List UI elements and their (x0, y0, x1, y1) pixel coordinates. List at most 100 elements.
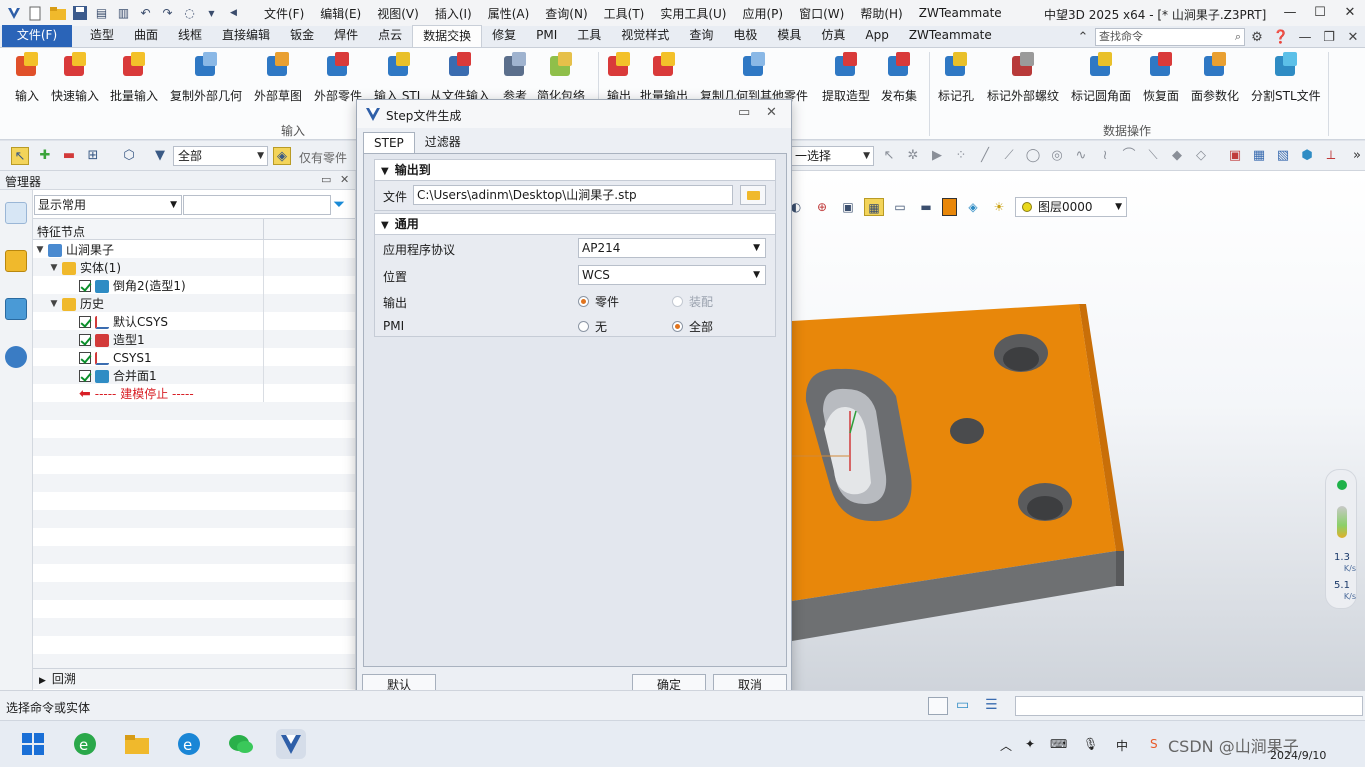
filter-combo[interactable]: 全部 ▼ (173, 146, 268, 166)
protocol-select[interactable]: AP214 ▼ (578, 238, 766, 258)
undo-icon[interactable]: ↶ (136, 4, 155, 22)
browse-folder-button[interactable] (740, 185, 766, 205)
redo-icon[interactable]: ↷ (158, 4, 177, 22)
shell-icon[interactable]: ◇ (1192, 147, 1210, 165)
command-input[interactable] (1015, 696, 1363, 716)
view-manager-icon[interactable] (5, 298, 27, 320)
command-search-input[interactable]: 查找命令 ⌕ (1095, 28, 1245, 46)
only-parts-icon[interactable]: ◈ (273, 147, 291, 165)
tab-visual-style[interactable]: 视觉样式 (611, 25, 679, 47)
tab-filter[interactable]: 过滤器 (415, 132, 471, 154)
tab-sheet-metal[interactable]: 钣金 (280, 25, 324, 47)
assembly-manager-icon[interactable] (5, 250, 27, 272)
menu-view[interactable]: 视图(V) (369, 5, 427, 22)
tab-file[interactable]: 文件(F) (2, 25, 72, 47)
collapse-icon[interactable]: ▼ (49, 295, 59, 313)
properties-icon[interactable] (928, 697, 948, 715)
tab-electrode[interactable]: 电极 (723, 25, 767, 47)
import-from-file-button[interactable]: 从文件输入 (430, 50, 490, 104)
tab-app[interactable]: App (855, 25, 898, 47)
edge-icon[interactable]: ⟍ (1144, 147, 1162, 165)
circle-icon[interactable]: ◯ (1024, 147, 1042, 165)
new-file-icon[interactable] (26, 4, 45, 22)
collapse-ribbon-icon[interactable]: ⌃ (1071, 30, 1095, 45)
gear-filter-icon[interactable]: ✲ (904, 147, 922, 165)
line-icon[interactable]: ╱ (976, 147, 994, 165)
file-path-input[interactable]: C:\Users\adinm\Desktop\山涧果子.stp (413, 185, 733, 205)
cursor-icon[interactable]: ↖ (880, 147, 898, 165)
tab-mold[interactable]: 模具 (767, 25, 811, 47)
tab-surface[interactable]: 曲面 (124, 25, 168, 47)
help-icon[interactable]: ❓ (1269, 30, 1293, 45)
menu-help[interactable]: 帮助(H) (852, 5, 910, 22)
file-explorer-icon[interactable] (122, 729, 152, 759)
close-icon[interactable]: ✕ (340, 173, 349, 186)
doc-restore-button[interactable]: ❐ (1317, 30, 1341, 45)
visibility-checkbox[interactable] (79, 334, 91, 346)
face-icon[interactable]: ◆ (1168, 147, 1186, 165)
user-icon[interactable] (5, 346, 27, 368)
select-mode-combo[interactable]: 一选择 ▼ (790, 146, 874, 166)
rebuild-icon[interactable]: ◌ (180, 4, 199, 22)
mark-hole-button[interactable]: 标记孔 (938, 50, 974, 104)
export-button[interactable]: 输出 (604, 50, 634, 104)
app-logo-icon[interactable] (4, 4, 23, 22)
tab-simulation[interactable]: 仿真 (811, 25, 855, 47)
tab-direct-edit[interactable]: 直接编辑 (212, 25, 280, 47)
copy-external-geometry-button[interactable]: 复制外部几何 (170, 50, 242, 104)
tab-modeling[interactable]: 造型 (80, 25, 124, 47)
tab-step[interactable]: STEP (363, 132, 415, 154)
menu-apps[interactable]: 应用(P) (735, 5, 792, 22)
section-general[interactable]: ▼ 通用 (374, 213, 776, 235)
dialog-title-bar[interactable]: Step文件生成 ▭ ✕ (357, 100, 791, 128)
print-preview-icon[interactable]: ▥ (114, 4, 133, 22)
import-stl-button[interactable]: 输入 STL (374, 50, 423, 104)
tree-node-modeling-stop[interactable]: ⬅ ----- 建模停止 ----- (79, 385, 194, 403)
publish-set-button[interactable]: 发布集 (881, 50, 917, 104)
play-icon[interactable]: ▶ (928, 147, 946, 165)
output-part-radio[interactable]: 零件 (578, 293, 619, 310)
tree-node-default-csys[interactable]: 默认CSYS (79, 313, 168, 331)
tree-node-model1[interactable]: 造型1 (79, 331, 145, 349)
microphone-icon[interactable]: 🎙 (1083, 737, 1098, 751)
add-icon[interactable]: ✚ (36, 147, 54, 165)
tab-weldment[interactable]: 焊件 (324, 25, 368, 47)
copy-geometry-to-part-button[interactable]: 复制几何到其他零件 (700, 50, 808, 104)
menu-window[interactable]: 窗口(W) (791, 5, 852, 22)
tree-node-root[interactable]: ▼ 山涧果子 (35, 241, 114, 259)
curve-icon[interactable]: ∿ (1072, 147, 1090, 165)
wave-icon[interactable]: ≀ (1096, 147, 1114, 165)
import-button[interactable]: 输入 (12, 50, 42, 104)
pmi-none-radio[interactable]: 无 (578, 318, 607, 335)
pmi-all-radio[interactable]: 全部 (672, 318, 713, 335)
part-icon[interactable]: ▦ (1250, 147, 1268, 165)
tree-node-csys1[interactable]: CSYS1 (79, 349, 152, 367)
visibility-checkbox[interactable] (79, 280, 91, 292)
zw3d-taskbar-icon[interactable] (276, 729, 306, 759)
browser-360-icon[interactable]: e (70, 729, 100, 759)
reference-button[interactable]: 参考 (500, 50, 530, 104)
section-output-to[interactable]: ▼ 输出到 (374, 159, 776, 181)
component-icon[interactable]: ▧ (1274, 147, 1292, 165)
pin-icon[interactable]: ▭ (321, 173, 331, 186)
gear-icon[interactable]: ⚙ (1245, 30, 1269, 45)
tab-zwteammate[interactable]: ZWTeammate (899, 25, 1002, 47)
quick-import-button[interactable]: 快速输入 (51, 50, 99, 104)
menu-utilities[interactable]: 实用工具(U) (652, 5, 734, 22)
split-stl-button[interactable]: 分割STL文件 (1251, 50, 1321, 104)
close-icon[interactable]: ✕ (766, 105, 777, 120)
visibility-checkbox[interactable] (79, 352, 91, 364)
points-icon[interactable]: ⁘ (952, 147, 970, 165)
visibility-checkbox[interactable] (79, 370, 91, 382)
face-parameterize-button[interactable]: 面参数化 (1191, 50, 1239, 104)
menu-file[interactable]: 文件(F) (256, 5, 312, 22)
tree-node-history[interactable]: ▼ 历史 (49, 295, 104, 313)
minimize-button[interactable]: — (1275, 0, 1305, 26)
column-divider[interactable] (263, 219, 264, 241)
tree-node-merge1[interactable]: 合并面1 (79, 367, 157, 385)
tab-data-exchange[interactable]: 数据交换 (412, 25, 483, 47)
open-folder-icon[interactable] (48, 4, 67, 22)
more-icon[interactable]: » (1348, 147, 1365, 165)
tree-filter-input[interactable] (183, 195, 331, 215)
keyboard-icon[interactable]: ⌨ (1050, 737, 1067, 751)
